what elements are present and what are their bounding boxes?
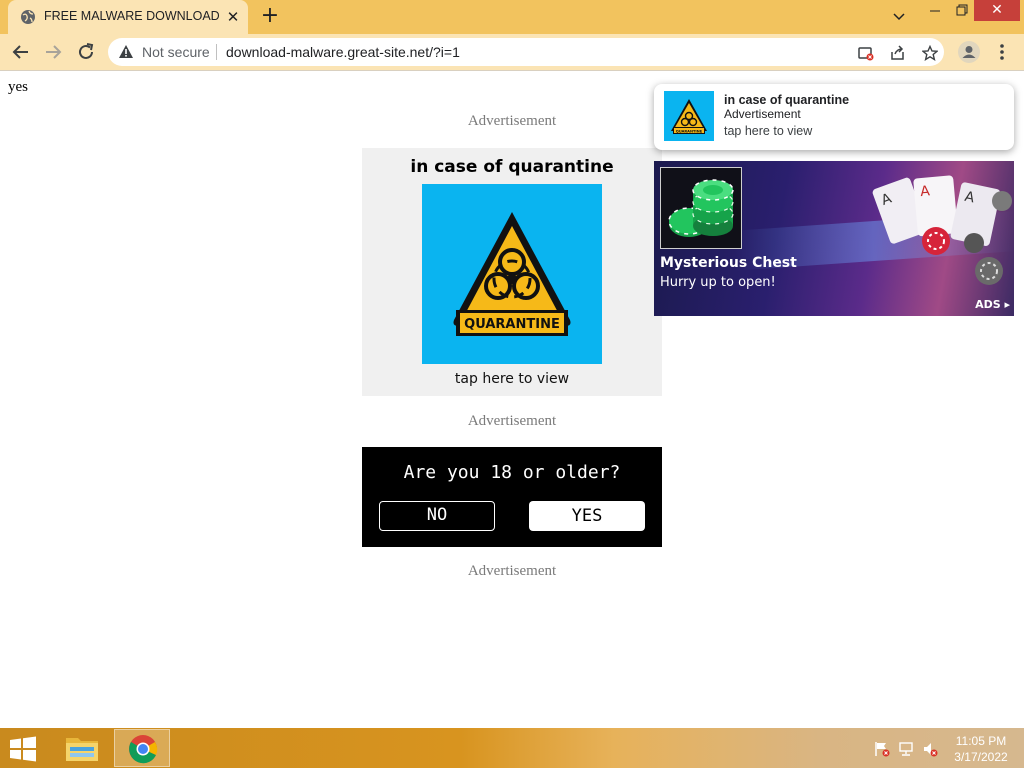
star-icon[interactable] [922,45,938,61]
url-text[interactable]: download-malware.great-site.net/?i=1 [226,44,460,60]
browser-toolbar: Not secure download-malware.great-site.n… [0,34,1024,71]
biohazard-icon[interactable]: QUARANTINE [422,184,602,364]
security-label[interactable]: Not secure [142,44,210,60]
globe-icon [21,10,35,24]
poker-chips-icon [660,167,742,249]
close-icon[interactable]: ✕ [224,8,242,26]
clock-time[interactable]: 11:05 PM [948,734,1014,748]
svg-text:A: A [920,183,931,200]
quarantine-sign-text: QUARANTINE [676,129,703,133]
omnibox-divider [216,44,217,60]
clock-date[interactable]: 3/17/2022 [948,750,1014,764]
notification-subtitle: Advertisement [724,107,801,121]
windows-logo-icon[interactable] [8,736,38,762]
notification-blocked-icon[interactable] [858,45,874,61]
banner-subtitle[interactable]: Hurry up to open! [660,275,776,290]
ads-badge-label: ADS [975,298,1001,311]
network-icon[interactable] [898,741,914,757]
file-explorer-icon[interactable] [54,729,110,767]
action-center-flag-icon[interactable] [874,741,890,757]
ads-badge[interactable]: ADS ▸ [975,298,1010,311]
notification-title: in case of quarantine [724,93,850,107]
reload-icon[interactable] [75,41,97,63]
quarantine-sign-text: QUARANTINE [464,317,560,332]
banner-title[interactable]: Mysterious Chest [660,255,797,271]
warning-icon[interactable] [118,44,134,60]
ad-label: Advertisement [467,113,557,129]
chevron-down-icon[interactable] [884,6,914,28]
corner-text: yes [8,79,28,95]
share-icon[interactable] [890,45,906,61]
arrow-left-icon[interactable] [10,41,32,63]
age-gate: Are you 18 or older? NO YES [362,447,662,547]
restore-icon[interactable] [946,0,976,22]
ad-label: Advertisement [467,563,557,579]
push-notification[interactable]: QUARANTINE in case of quarantine Adverti… [654,84,1014,150]
plus-icon[interactable]: + [258,5,282,29]
quarantine-ad[interactable]: in case of quarantine QUARANTINE tap her… [362,148,662,396]
close-icon[interactable]: ✕ [974,0,1020,21]
tab-strip: FREE MALWARE DOWNLOAD ✕ + ✕ [0,0,1024,34]
casino-banner-ad[interactable]: A A A Mysterious Chest Hurry up to open! [654,161,1014,316]
chrome-icon[interactable] [114,729,170,767]
ad-title[interactable]: in case of quarantine [362,157,662,177]
yes-button[interactable]: YES [529,501,645,531]
no-button[interactable]: NO [379,501,495,531]
profile-icon[interactable] [958,41,980,63]
playing-cards-icon: A A A [872,175,1012,285]
biohazard-icon: QUARANTINE [664,91,714,141]
browser-tab[interactable]: FREE MALWARE DOWNLOAD ✕ [8,0,248,34]
age-question: Are you 18 or older? [403,462,621,483]
ad-cta[interactable]: tap here to view [362,371,662,387]
volume-muted-icon[interactable] [922,741,938,757]
tab-title: FREE MALWARE DOWNLOAD [44,9,220,23]
ad-label: Advertisement [467,413,557,429]
arrow-right-icon[interactable] [42,41,64,63]
notification-cta[interactable]: tap here to view [724,124,812,138]
kebab-menu-icon[interactable] [994,41,1010,63]
address-bar[interactable]: Not secure download-malware.great-site.n… [108,38,944,66]
windows-taskbar: 11:05 PM 3/17/2022 [0,728,1024,768]
